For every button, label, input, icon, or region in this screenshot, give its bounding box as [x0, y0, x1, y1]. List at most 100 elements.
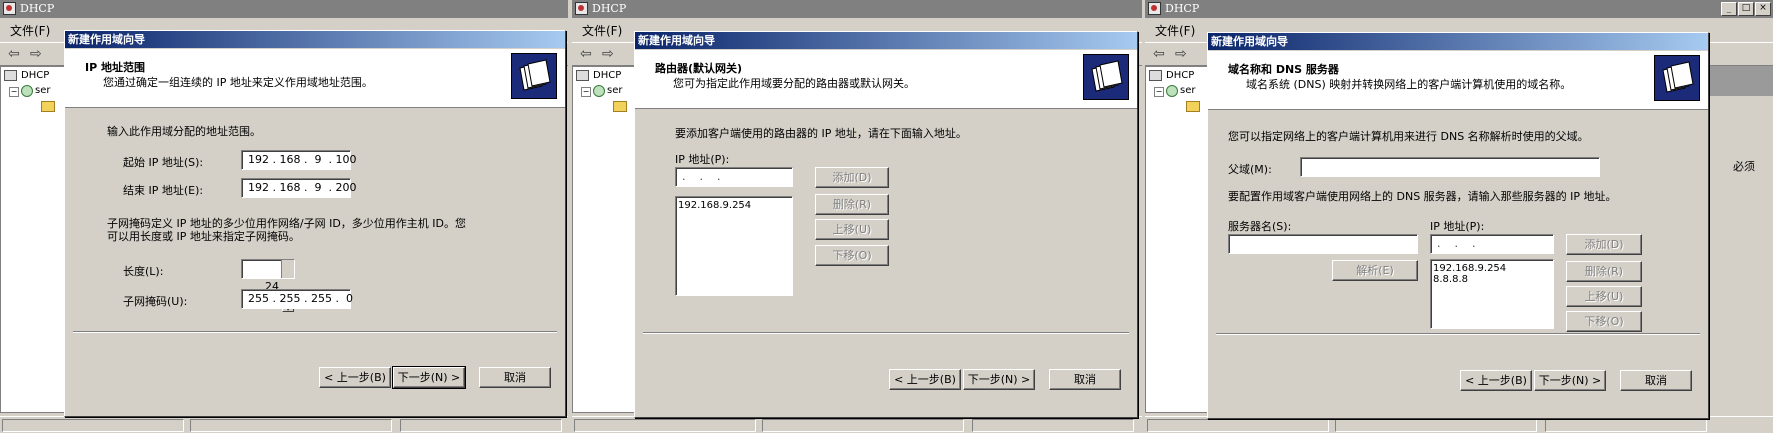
mask-description-line2: 可以用长度或 IP 地址来指定子网掩码。	[107, 230, 300, 243]
divider	[73, 331, 557, 333]
end-ip-field[interactable]: 192 . 168 . 9 . 200	[241, 178, 356, 198]
add-button[interactable]: 添加(D)	[815, 167, 889, 188]
forward-arrow-icon[interactable]: ⇨	[1175, 46, 1187, 62]
intro-text: 输入此作用域分配的地址范围。	[107, 125, 261, 138]
server-icon	[593, 85, 605, 97]
move-up-button[interactable]: 上移(U)	[1566, 286, 1642, 307]
back-button[interactable]: < 上一步(B)	[889, 369, 961, 390]
window-titlebar[interactable]: DHCP	[0, 0, 568, 18]
maximize-icon[interactable]: □	[1738, 2, 1754, 16]
dialog-title[interactable]: 新建作用域向导	[635, 32, 1137, 49]
forward-arrow-icon[interactable]: ⇨	[602, 46, 614, 62]
resolve-button[interactable]: 解析(E)	[1332, 260, 1418, 281]
divider	[1216, 333, 1700, 335]
back-arrow-icon[interactable]: ⇦	[8, 46, 20, 62]
tree-server[interactable]: ser	[35, 85, 50, 96]
length-spinner[interactable]: 24 ▲▼	[241, 259, 295, 312]
window-title: DHCP	[20, 2, 55, 15]
server-icon	[21, 85, 33, 97]
parent-domain-field[interactable]	[1300, 157, 1600, 177]
back-button[interactable]: < 上一步(B)	[1460, 370, 1532, 391]
menu-file[interactable]: 文件(F)	[582, 22, 622, 39]
window-titlebar[interactable]: DHCP	[572, 0, 1142, 18]
status-cell	[1545, 419, 1707, 432]
details-pane-header	[1705, 66, 1773, 96]
status-bar	[572, 416, 1142, 433]
length-spin-buttons[interactable]: ▲▼	[281, 260, 294, 312]
ip-address-field[interactable]: . . .	[675, 167, 793, 187]
wizard-header: IP 地址范围 您通过确定一组连续的 IP 地址来定义作用域地址范围。	[65, 49, 565, 108]
list-item[interactable]: 192.168.9.254	[678, 200, 790, 211]
back-button[interactable]: < 上一步(B)	[319, 367, 391, 388]
tree-server[interactable]: ser	[607, 85, 622, 96]
new-scope-wizard-dialog: 新建作用域向导 域名称和 DNS 服务器 域名系统 (DNS) 映射并转换网络上…	[1207, 32, 1709, 419]
move-down-button[interactable]: 下移(O)	[1566, 311, 1642, 332]
folder-icon	[41, 101, 55, 112]
move-down-button[interactable]: 下移(O)	[815, 245, 889, 266]
dialog-title[interactable]: 新建作用域向导	[1208, 33, 1708, 50]
dhcp-root-icon	[4, 70, 17, 81]
dhcp-window-3: DHCP _ □ × 文件(F) ⇦ ⇨ DHCP − ser 必须 新建作用域…	[1145, 0, 1773, 433]
tree-collapse-icon[interactable]: −	[9, 87, 19, 97]
window-titlebar[interactable]: DHCP _ □ ×	[1145, 0, 1773, 18]
header-title: 域名称和 DNS 服务器	[1228, 63, 1339, 76]
close-icon[interactable]: ×	[1755, 2, 1771, 16]
next-button[interactable]: 下一步(N) >	[392, 366, 466, 389]
folder-icon	[1186, 101, 1200, 112]
wizard-folders-icon	[1083, 54, 1129, 100]
subnet-mask-label: 子网掩码(U):	[123, 295, 188, 308]
menu-file[interactable]: 文件(F)	[1155, 22, 1195, 39]
wizard-header: 域名称和 DNS 服务器 域名系统 (DNS) 映射并转换网络上的客户端计算机使…	[1208, 51, 1708, 110]
dialog-title[interactable]: 新建作用域向导	[65, 31, 565, 48]
start-ip-label: 起始 IP 地址(S):	[123, 156, 204, 169]
tree-server[interactable]: ser	[1180, 85, 1195, 96]
forward-arrow-icon[interactable]: ⇨	[30, 46, 42, 62]
minimize-icon[interactable]: _	[1721, 2, 1737, 16]
cancel-button[interactable]: 取消	[479, 367, 551, 388]
tree-collapse-icon[interactable]: −	[1154, 87, 1164, 97]
list-item[interactable]: 192.168.9.254	[1433, 263, 1551, 274]
dns-intro-text: 要配置作用域客户端使用网络上的 DNS 服务器，请输入那些服务器的 IP 地址。	[1228, 190, 1617, 203]
dhcp-root-icon	[1149, 70, 1162, 81]
server-name-field[interactable]	[1228, 234, 1418, 254]
next-button[interactable]: 下一步(N) >	[963, 369, 1035, 390]
cancel-button[interactable]: 取消	[1049, 369, 1121, 390]
next-button[interactable]: 下一步(N) >	[1534, 370, 1606, 391]
server-name-label: 服务器名(S):	[1228, 220, 1292, 233]
remove-button[interactable]: 删除(R)	[815, 194, 889, 215]
tree-root-dhcp[interactable]: DHCP	[1166, 70, 1194, 81]
new-scope-wizard-dialog: 新建作用域向导 IP 地址范围 您通过确定一组连续的 IP 地址来定义作用域地址…	[64, 30, 566, 417]
back-arrow-icon[interactable]: ⇦	[580, 46, 592, 62]
length-label: 长度(L):	[123, 265, 164, 278]
move-up-button[interactable]: 上移(U)	[815, 219, 889, 240]
wizard-header: 路由器(默认网关) 您可为指定此作用域要分配的路由器或默认网关。	[635, 50, 1137, 109]
header-subtitle: 您可为指定此作用域要分配的路由器或默认网关。	[673, 77, 915, 90]
window-title: DHCP	[592, 2, 627, 15]
status-cell	[1335, 419, 1537, 432]
divider	[643, 332, 1129, 334]
cancel-button[interactable]: 取消	[1620, 370, 1692, 391]
subnet-mask-field[interactable]: 255 . 255 . 255 . 0	[241, 289, 353, 309]
tree-collapse-icon[interactable]: −	[581, 87, 591, 97]
start-ip-field[interactable]: 192 . 168 . 9 . 100	[241, 150, 356, 170]
dhcp-window-1: DHCP 文件(F) ⇦ ⇨ DHCP − ser 新建作用域向导 IP 地址范…	[0, 0, 568, 433]
dhcp-window-2: DHCP 文件(F) ⇦ ⇨ DHCP − ser 新建作用域向导 路由器(默认…	[572, 0, 1142, 433]
dns-server-list[interactable]: 192.168.9.254 8.8.8.8	[1430, 259, 1554, 329]
intro-text: 您可以指定网络上的客户端计算机用来进行 DNS 名称解析时使用的父域。	[1228, 130, 1589, 143]
header-title: IP 地址范围	[85, 61, 145, 74]
intro-text: 要添加客户端使用的路由器的 IP 地址，请在下面输入地址。	[675, 127, 967, 140]
status-cell	[1147, 419, 1329, 432]
router-list[interactable]: 192.168.9.254	[675, 196, 793, 296]
ip-address-label: IP 地址(P):	[675, 153, 730, 166]
tree-root-dhcp[interactable]: DHCP	[593, 70, 621, 81]
parent-domain-label: 父域(M):	[1228, 163, 1272, 176]
tree-root-dhcp[interactable]: DHCP	[21, 70, 49, 81]
add-button[interactable]: 添加(D)	[1566, 234, 1642, 255]
status-cell	[190, 419, 392, 432]
menu-file[interactable]: 文件(F)	[10, 22, 50, 39]
back-arrow-icon[interactable]: ⇦	[1153, 46, 1165, 62]
wizard-folders-icon	[511, 53, 557, 99]
ip-address-field[interactable]: . . .	[1430, 234, 1554, 254]
list-item[interactable]: 8.8.8.8	[1433, 274, 1551, 285]
remove-button[interactable]: 删除(R)	[1566, 261, 1642, 282]
